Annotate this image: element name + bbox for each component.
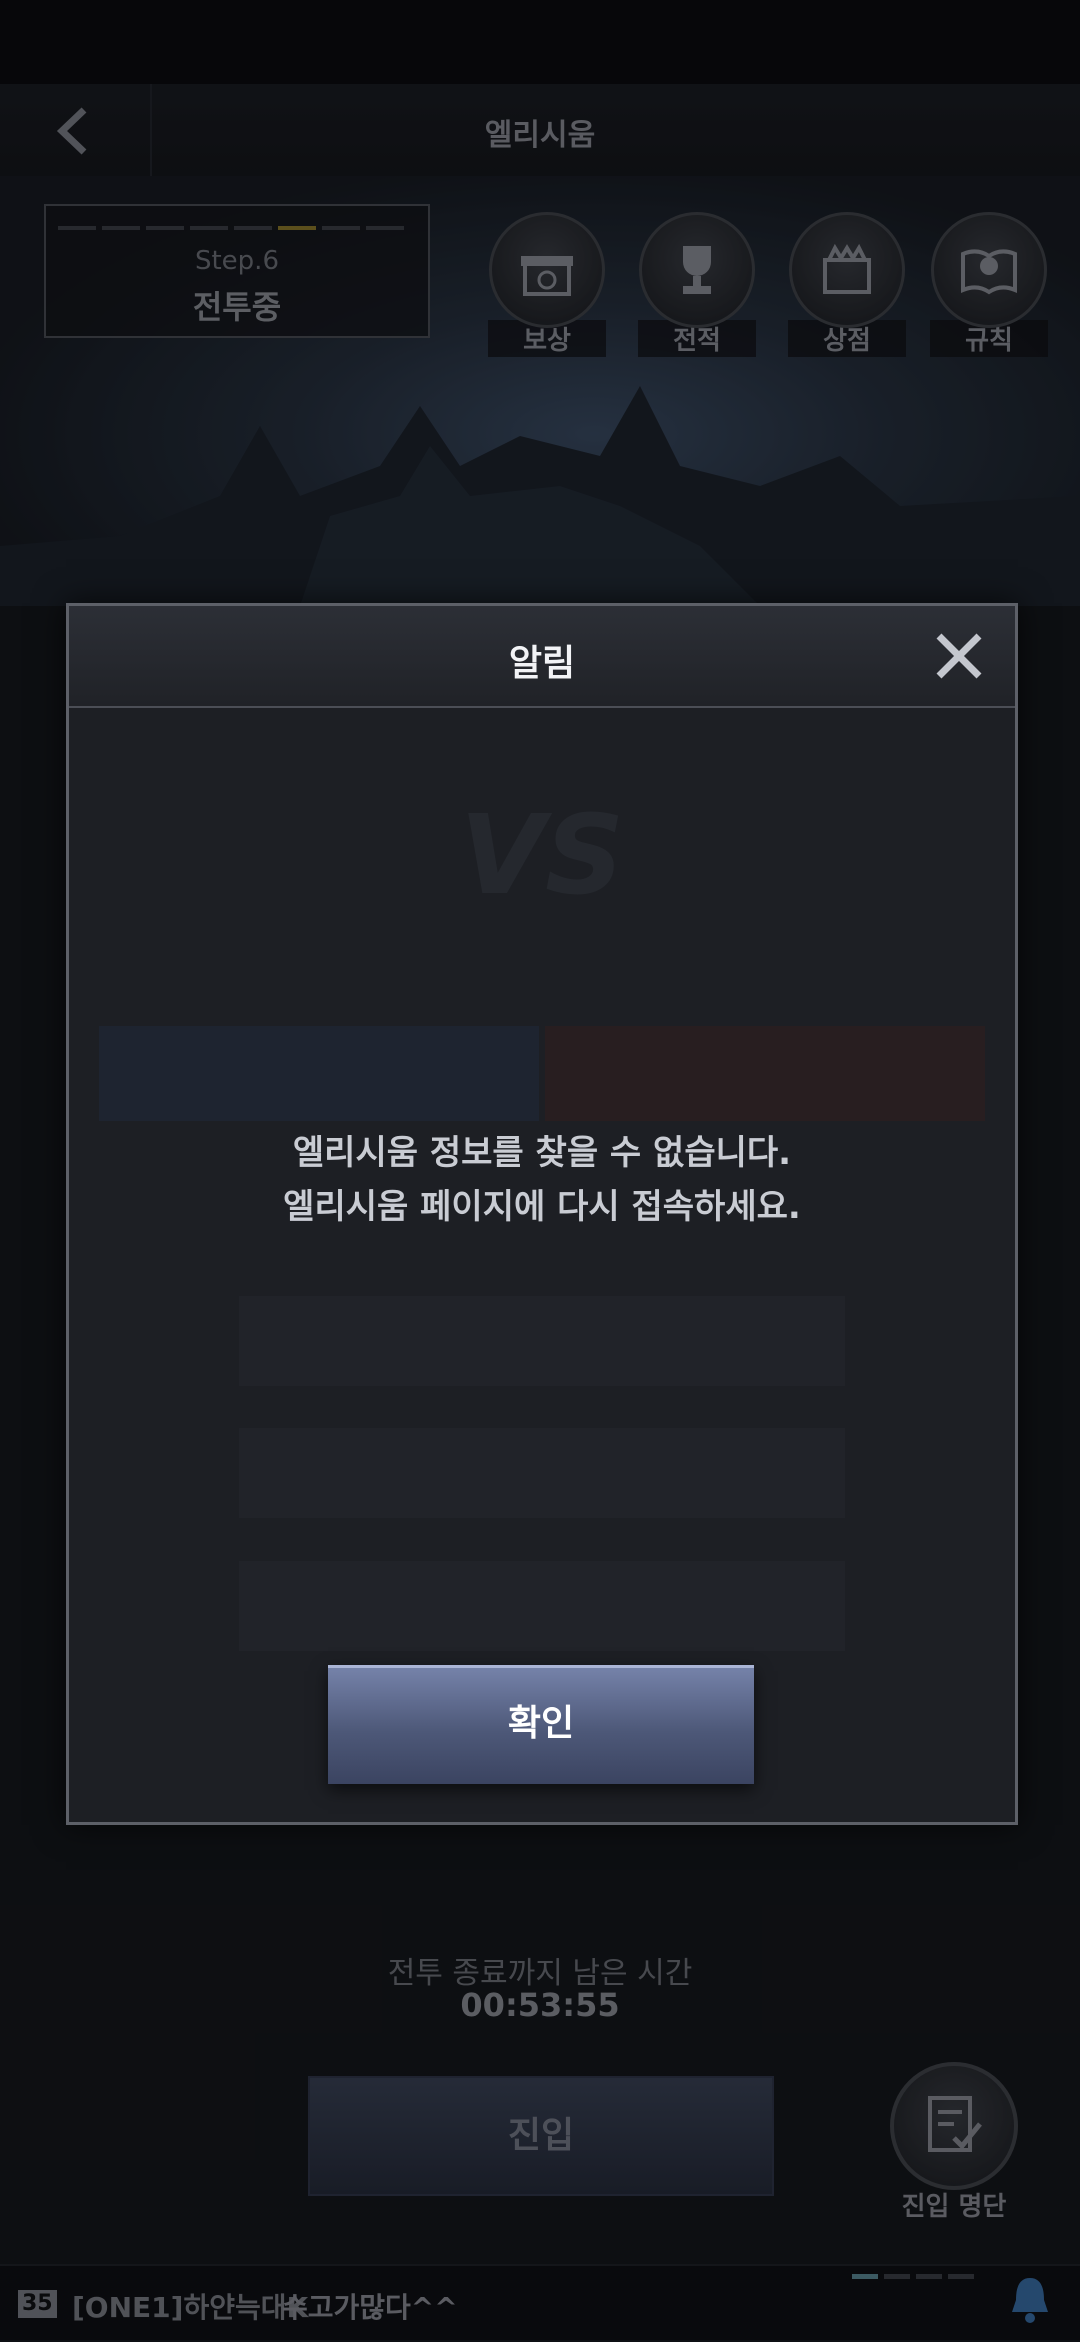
- dialog-message: 엘리시움 정보를 찾을 수 없습니다. 엘리시움 페이지에 다시 접속하세요.: [69, 1126, 1015, 1234]
- confirm-button-label: 확인: [507, 1703, 575, 1744]
- close-button[interactable]: [931, 628, 987, 684]
- close-icon: [936, 633, 982, 679]
- confirm-button[interactable]: 확인: [328, 1665, 754, 1784]
- faded-team-bar-left: [99, 1026, 539, 1121]
- notice-dialog: 알림 VS 엘리시움 정보를 찾을 수 없습니다. 엘리시움 페이지에 다시 접…: [66, 603, 1018, 1825]
- faded-team-bar-right: [545, 1026, 985, 1121]
- vs-watermark: VS: [459, 791, 625, 919]
- faded-row: [239, 1428, 845, 1518]
- dialog-title: 알림: [508, 643, 576, 684]
- dialog-message-line1: 엘리시움 정보를 찾을 수 없습니다.: [292, 1133, 792, 1173]
- dialog-header: 알림: [69, 606, 1015, 708]
- dialog-message-line2: 엘리시움 페이지에 다시 접속하세요.: [283, 1187, 801, 1227]
- faded-row: [239, 1296, 845, 1386]
- faded-row: [239, 1561, 845, 1651]
